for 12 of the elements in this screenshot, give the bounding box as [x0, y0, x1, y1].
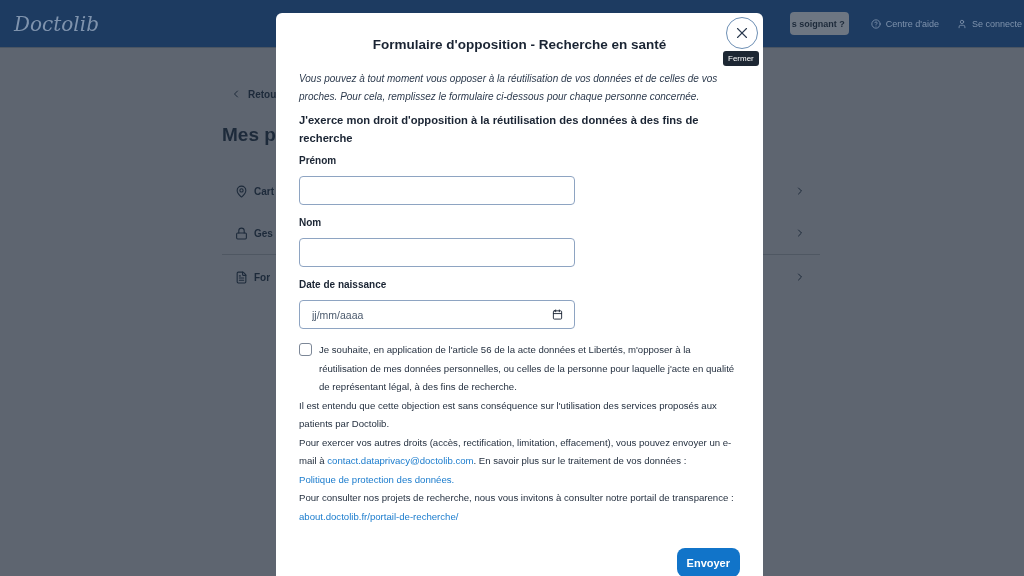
field-label: Date de naissance — [299, 279, 388, 290]
page-title: Mes p — [222, 124, 276, 146]
intro-text: Vous pouvez à tout moment vous opposer à la réutilisation de vos données et de celles de vos proches. Pour cela, remplissez le formulaire ci-dessous pour chaque personne concernée. — [299, 72, 719, 104]
tooltip: Fermer — [723, 51, 759, 66]
consent-text: Je souhaite, en application de l'article 56 de la acte données et Libertés, m'opposer à la réutilisation de mes données personnelles, ou celles de la personne pour laquelle j'acte en qualité de représentant légal, à des fins de recherche. — [319, 343, 736, 394]
modal-title: Formulaire d'opposition - Recherche en santé — [371, 37, 668, 52]
info-paragraph: Pour exercer vos autres droits (accès, rectification, limitation, effacement), vous pouvez envoyer un e-mail à contact.dataprivacy@doctolib.com. En savoir plus sur le traitement de vos données : Politique de protection des données. — [299, 435, 733, 487]
info-paragraph: Il est entendu que cette objection est sans conséquence sur l'utilisation des services proposés aux patients par Doctolib. — [299, 398, 718, 431]
section-heading: J'exerce mon droit d'opposition à la réutilisation des données à des fins de recherche — [299, 113, 700, 146]
field-label: Nom — [299, 217, 323, 228]
info-paragraph: Pour consulter nos projets de recherche, nous vous invitons à consulter notre portail de transparence : about.doctolib.fr/portail-de-recherche/ — [299, 491, 735, 524]
field-label: Prénom — [299, 155, 338, 166]
